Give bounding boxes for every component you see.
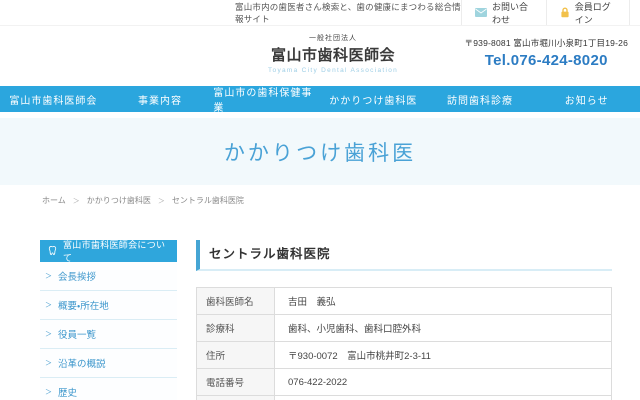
sidebar-item-history-outline[interactable]: ＞ 沿革の概説 bbox=[40, 349, 177, 378]
sidebar-item-label: 概要・所在地 bbox=[58, 298, 109, 312]
member-login-button[interactable]: 会員ログイン bbox=[546, 0, 630, 25]
sidebar-header-label: 富山市歯科医師会について bbox=[63, 238, 170, 264]
site-tagline: 富山市内の歯医者さん検索と、歯の健康にまつわる総合情報サイト bbox=[235, 1, 461, 25]
nav-item-association[interactable]: 富山市歯科医師会 bbox=[0, 86, 107, 112]
contact-button[interactable]: お問い合わせ bbox=[461, 0, 546, 25]
row-label: 診療時間 bbox=[197, 396, 275, 400]
sidebar-item-label: 役員一覧 bbox=[58, 327, 96, 341]
sidebar-header[interactable]: 富山市歯科医師会について bbox=[40, 240, 177, 262]
main-content: セントラル歯科医院 歯科医師名 吉田 義弘 診療科 歯科、小児歯科、歯科口腔外科… bbox=[196, 240, 612, 400]
breadcrumb-family-dentist[interactable]: かかりつけ歯科医 bbox=[87, 195, 151, 206]
breadcrumb-separator: ＞ bbox=[73, 196, 80, 206]
chevron-right-icon: ＞ bbox=[45, 271, 52, 281]
nav-item-health-programs[interactable]: 富山市の歯科保健事業 bbox=[213, 86, 320, 112]
sidebar-menu: ＞ 会長挨拶 ＞ 概要・所在地 ＞ 役員一覧 ＞ 沿革の概説 ＞ 歴史 ＞ 情報… bbox=[40, 262, 177, 400]
global-nav: 富山市歯科医師会 事業内容 富山市の歯科保健事業 かかりつけ歯科医 訪問歯科診療… bbox=[0, 86, 640, 112]
row-label: 歯科医師名 bbox=[197, 288, 275, 315]
hero-banner: かかりつけ歯科医 bbox=[0, 118, 640, 185]
sidebar-item-label: 沿革の概説 bbox=[58, 356, 106, 370]
sidebar-item-overview[interactable]: ＞ 概要・所在地 bbox=[40, 291, 177, 320]
org-type: 一般社団法人 bbox=[268, 33, 398, 43]
breadcrumb-separator: ＞ bbox=[158, 196, 165, 206]
table-row: 歯科医師名 吉田 義弘 bbox=[197, 288, 612, 315]
topbar: 富山市内の歯医者さん検索と、歯の健康にまつわる総合情報サイト お問い合わせ 会員… bbox=[0, 0, 640, 26]
table-row: 住所 〒930-0072 富山市桃井町2-3-11 bbox=[197, 342, 612, 369]
table-row: 診療科 歯科、小児歯科、歯科口腔外科 bbox=[197, 315, 612, 342]
sidebar-item-label: 歴史 bbox=[58, 385, 77, 399]
org-name-en: Toyama City Dental Association bbox=[268, 67, 398, 74]
org-name: 富山市歯科医師会 bbox=[268, 44, 398, 65]
chevron-right-icon: ＞ bbox=[45, 300, 52, 310]
sidebar-item-greeting[interactable]: ＞ 会長挨拶 bbox=[40, 262, 177, 291]
header-contact: 〒939-8081 富山市堀川小泉町1丁目19-26 Tel.076-424-8… bbox=[465, 37, 628, 69]
row-value: 076-422-2022 bbox=[275, 369, 612, 396]
chevron-right-icon: ＞ bbox=[45, 358, 52, 368]
contact-button-label: お問い合わせ bbox=[492, 0, 533, 26]
member-login-button-label: 会員ログイン bbox=[575, 0, 616, 26]
tooth-icon bbox=[47, 245, 58, 257]
site-logo[interactable]: 一般社団法人 富山市歯科医師会 Toyama City Dental Assoc… bbox=[268, 33, 398, 74]
breadcrumb: ホーム ＞ かかりつけ歯科医 ＞ セントラル歯科医院 bbox=[42, 195, 640, 206]
row-label: 住所 bbox=[197, 342, 275, 369]
table-row: 診療時間 8:30～12:00 13:30～16:30 bbox=[197, 396, 612, 400]
row-value: 〒930-0072 富山市桃井町2-3-11 bbox=[275, 342, 612, 369]
page-title: かかりつけ歯科医 bbox=[224, 137, 416, 167]
sidebar-item-label: 会長挨拶 bbox=[58, 269, 96, 283]
header-tel: Tel.076-424-8020 bbox=[465, 52, 628, 69]
chevron-right-icon: ＞ bbox=[45, 329, 52, 339]
site-header: 一般社団法人 富山市歯科医師会 Toyama City Dental Assoc… bbox=[0, 26, 640, 86]
row-value: 歯科、小児歯科、歯科口腔外科 bbox=[275, 315, 612, 342]
sidebar-item-officers[interactable]: ＞ 役員一覧 bbox=[40, 320, 177, 349]
row-value: 吉田 義弘 bbox=[275, 288, 612, 315]
nav-item-business[interactable]: 事業内容 bbox=[107, 86, 214, 112]
row-label: 電話番号 bbox=[197, 369, 275, 396]
topbar-buttons: お問い合わせ 会員ログイン bbox=[461, 0, 630, 25]
breadcrumb-home[interactable]: ホーム bbox=[42, 195, 66, 206]
header-address: 〒939-8081 富山市堀川小泉町1丁目19-26 bbox=[465, 37, 628, 49]
lock-icon bbox=[560, 7, 570, 18]
envelope-icon bbox=[475, 8, 487, 17]
table-row: 電話番号 076-422-2022 bbox=[197, 369, 612, 396]
sidebar-item-history[interactable]: ＞ 歴史 bbox=[40, 378, 177, 400]
nav-item-family-dentist[interactable]: かかりつけ歯科医 bbox=[320, 86, 427, 112]
chevron-right-icon: ＞ bbox=[45, 387, 52, 397]
sidebar: 富山市歯科医師会について ＞ 会長挨拶 ＞ 概要・所在地 ＞ 役員一覧 ＞ 沿革… bbox=[40, 240, 177, 400]
clinic-info-table: 歯科医師名 吉田 義弘 診療科 歯科、小児歯科、歯科口腔外科 住所 〒930-0… bbox=[196, 287, 612, 400]
content-area: 富山市歯科医師会について ＞ 会長挨拶 ＞ 概要・所在地 ＞ 役員一覧 ＞ 沿革… bbox=[40, 240, 612, 400]
nav-item-visiting-care[interactable]: 訪問歯科診療 bbox=[427, 86, 534, 112]
clinic-name-heading: セントラル歯科医院 bbox=[196, 240, 612, 271]
row-label: 診療科 bbox=[197, 315, 275, 342]
row-value: 8:30～12:00 13:30～16:30 bbox=[275, 396, 612, 400]
nav-item-news[interactable]: お知らせ bbox=[533, 86, 640, 112]
breadcrumb-current: セントラル歯科医院 bbox=[172, 195, 244, 206]
